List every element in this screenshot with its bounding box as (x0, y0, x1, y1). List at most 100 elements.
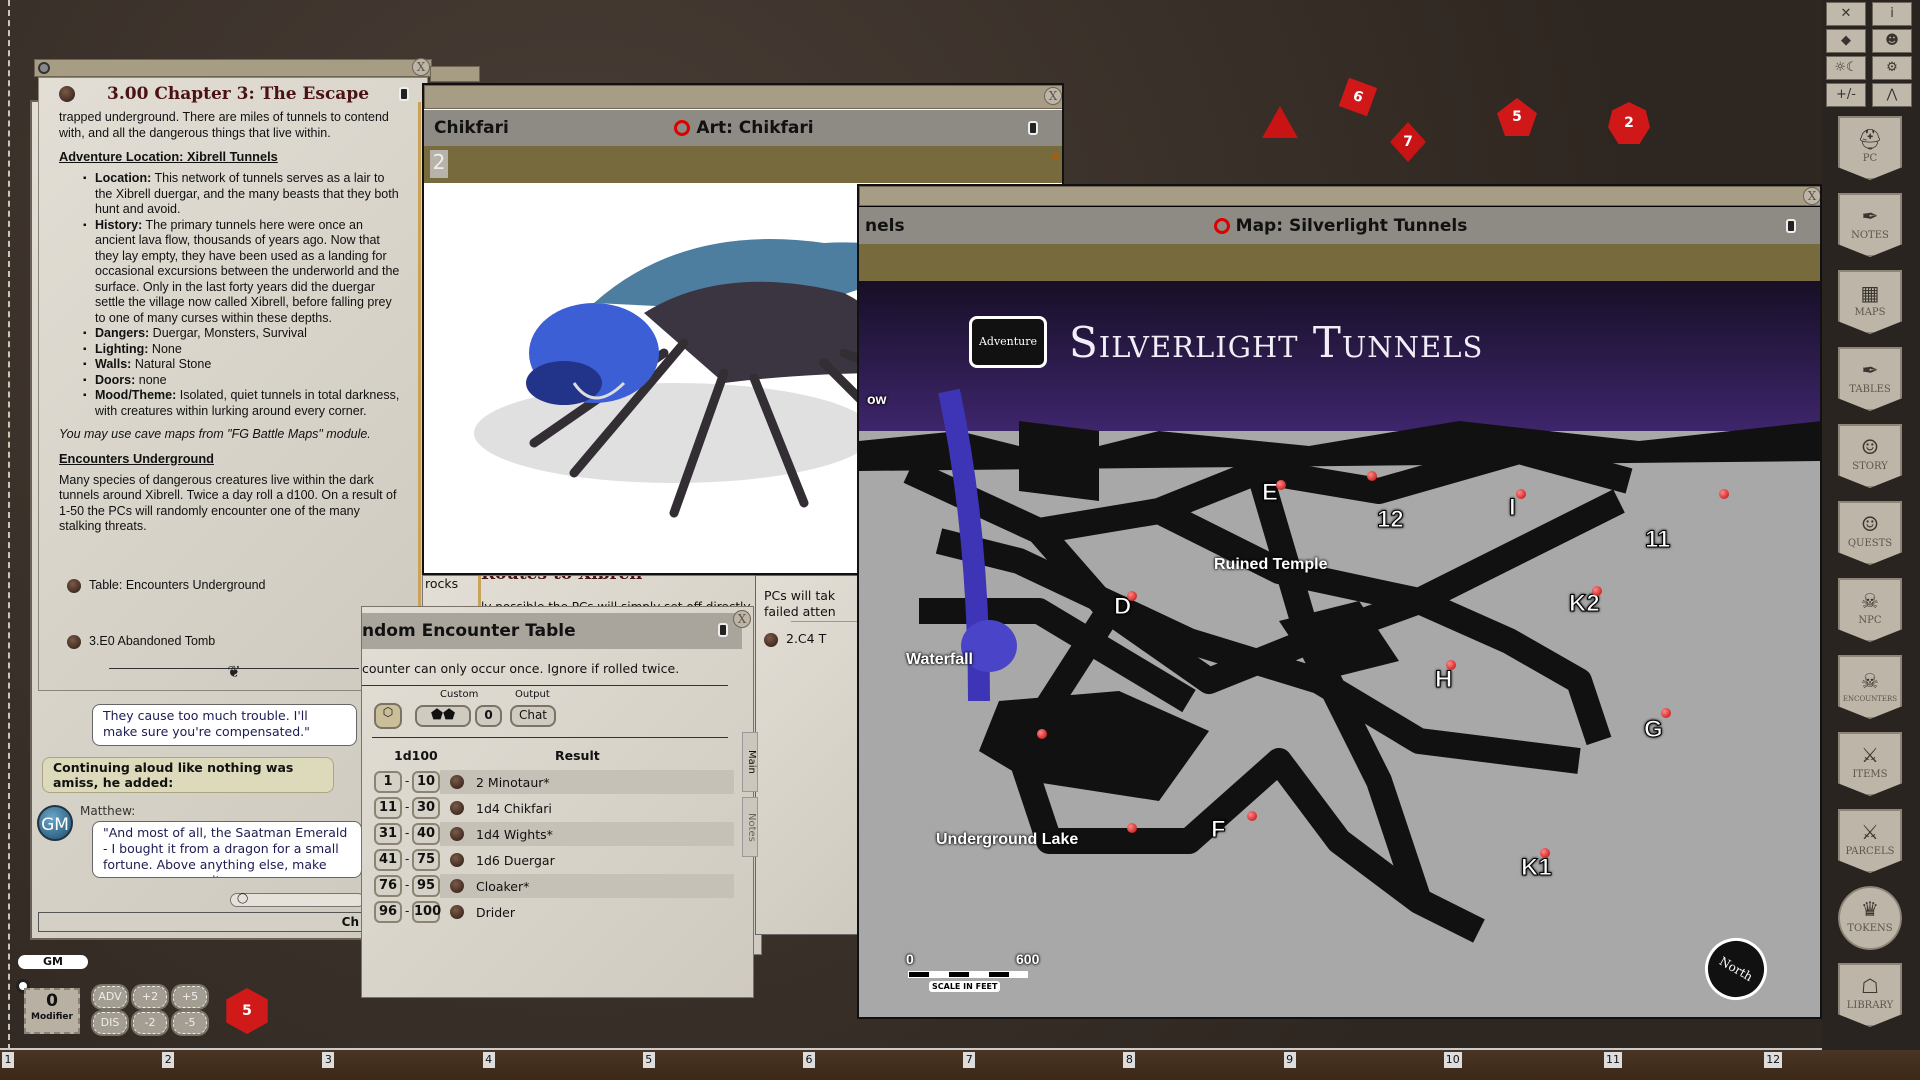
sidebar-quests-button[interactable]: ☺QUESTS (1838, 501, 1902, 565)
tab-notes[interactable]: Notes (742, 797, 758, 857)
story-link[interactable]: 3.E0 Abandoned Tomb (67, 634, 215, 649)
lock-icon[interactable] (1028, 121, 1038, 135)
custom-modifier-field[interactable]: 0 (475, 705, 502, 727)
link-icon[interactable] (450, 905, 464, 919)
range-from[interactable]: 1 (374, 771, 402, 793)
roll-table-button[interactable]: ⬡ (374, 703, 402, 729)
story-paragraph: Many species of dangerous creatures live… (59, 473, 401, 535)
link-icon[interactable] (450, 801, 464, 815)
tool-button[interactable]: ☻ (1872, 29, 1912, 53)
hotbar-slot[interactable]: 9 (1284, 1052, 1296, 1068)
range-from[interactable]: 31 (374, 823, 402, 845)
map-pin[interactable] (1247, 811, 1257, 821)
close-table-button[interactable]: X (733, 610, 751, 628)
tool-button[interactable]: ⋀ (1872, 83, 1912, 107)
map-pin[interactable] (1592, 586, 1602, 596)
sidebar-story-button[interactable]: ☺STORY (1838, 424, 1902, 488)
lock-icon[interactable] (1786, 219, 1796, 233)
chat-input[interactable]: Ch (38, 912, 362, 932)
hotbar-slot[interactable]: 4 (483, 1052, 495, 1068)
minus2-button[interactable]: -2 (133, 1012, 167, 1034)
lock-icon[interactable] (718, 623, 728, 637)
hotbar-slot[interactable]: 1 (2, 1052, 14, 1068)
sidebar-tokens-button[interactable]: ♛TOKENS (1838, 886, 1902, 950)
sidebar-pc-button[interactable]: ⛑PC (1838, 116, 1902, 180)
map-window: X nels Map: Silverlight Tunnels Adventur… (857, 184, 1822, 1019)
custom-dice-button[interactable]: ⬟⬟ (415, 705, 471, 727)
map-pin[interactable] (1037, 729, 1047, 739)
hotbar-slot[interactable]: 5 (643, 1052, 655, 1068)
minus5-button[interactable]: -5 (173, 1012, 207, 1034)
link-label: 3.E0 Abandoned Tomb (89, 634, 215, 648)
link-icon[interactable] (450, 879, 464, 893)
sidebar-items-button[interactable]: ⚔ITEMS (1838, 732, 1902, 796)
tool-button[interactable]: +/- (1826, 83, 1866, 107)
chat-message: They cause too much trouble. I'll make s… (92, 704, 357, 746)
hotbar-slot[interactable]: 12 (1764, 1052, 1782, 1068)
art-tab[interactable]: 2 (430, 150, 448, 178)
map-pin[interactable] (1367, 471, 1377, 481)
sidebar-notes-button[interactable]: ✒NOTES (1838, 193, 1902, 257)
story-link[interactable]: 2.C4 T (764, 631, 826, 647)
tool-button[interactable]: ⚙ (1872, 56, 1912, 80)
range-from[interactable]: 96 (374, 901, 402, 923)
tab-main[interactable]: Main (742, 732, 758, 792)
scrollbar[interactable] (418, 102, 421, 682)
hotbar-slot[interactable]: 6 (803, 1052, 815, 1068)
close-story-button[interactable]: X (412, 58, 430, 76)
range-to[interactable]: 30 (412, 797, 440, 819)
hotbar-slot[interactable]: 10 (1444, 1052, 1462, 1068)
modifier-box[interactable]: 0 Modifier (24, 988, 80, 1034)
range-from[interactable]: 11 (374, 797, 402, 819)
map-pin[interactable] (1127, 823, 1137, 833)
tool-button[interactable]: ☼☾ (1826, 56, 1866, 80)
plus2-button[interactable]: +2 (133, 986, 167, 1008)
sidebar-encounters-button[interactable]: ☠ENCOUNTERS (1838, 655, 1902, 719)
output-select[interactable]: Chat (510, 705, 556, 727)
map-pin[interactable] (1516, 489, 1526, 499)
sidebar-npc-button[interactable]: ☠NPC (1838, 578, 1902, 642)
close-map-button[interactable]: X (1803, 187, 1821, 205)
map-image[interactable] (859, 281, 1822, 1019)
map-pin[interactable] (1127, 591, 1137, 601)
chat-entry-toggle[interactable]: ◯ (230, 893, 365, 907)
sidebar-tables-button[interactable]: ✒TABLES (1838, 347, 1902, 411)
close-art-button[interactable]: X (1044, 87, 1062, 105)
background-window-frame (430, 66, 480, 82)
range-to[interactable]: 95 (412, 875, 440, 897)
dis-button[interactable]: DIS (93, 1012, 127, 1034)
sidebar-maps-button[interactable]: ▦MAPS (1838, 270, 1902, 334)
map-pin[interactable] (1540, 848, 1550, 858)
tool-button[interactable]: i (1872, 2, 1912, 26)
range-to[interactable]: 40 (412, 823, 440, 845)
hotbar-slot[interactable]: 11 (1604, 1052, 1622, 1068)
bullet-text: None (148, 342, 181, 356)
range-from[interactable]: 41 (374, 849, 402, 871)
hotbar-slot[interactable]: 7 (963, 1052, 975, 1068)
range-from[interactable]: 76 (374, 875, 402, 897)
range-to[interactable]: 100 (412, 901, 440, 923)
link-icon[interactable] (450, 775, 464, 789)
map-pin[interactable] (1276, 480, 1286, 490)
map-pin[interactable] (1661, 708, 1671, 718)
sidebar-parcels-button[interactable]: ⚔PARCELS (1838, 809, 1902, 873)
map-pin[interactable] (1446, 660, 1456, 670)
link-icon[interactable] (450, 853, 464, 867)
map-pin[interactable] (1719, 489, 1729, 499)
link-icon[interactable] (450, 827, 464, 841)
range-to[interactable]: 75 (412, 849, 440, 871)
identity-label[interactable]: GM (18, 955, 88, 969)
tool-button[interactable]: ✕ (1826, 2, 1866, 26)
story-link[interactable]: Table: Encounters Underground (67, 578, 266, 593)
hotbar-slot[interactable]: 2 (162, 1052, 174, 1068)
lock-icon[interactable] (399, 87, 409, 101)
adv-button[interactable]: ADV (93, 986, 127, 1008)
plus5-button[interactable]: +5 (173, 986, 207, 1008)
hotbar-slot[interactable]: 8 (1123, 1052, 1135, 1068)
sidebar-library-button[interactable]: ☖LIBRARY (1838, 963, 1902, 1027)
story-link-icon[interactable] (59, 86, 75, 102)
modifier-label: Modifier (26, 1012, 78, 1022)
tool-button[interactable]: ◆ (1826, 29, 1866, 53)
range-to[interactable]: 10 (412, 771, 440, 793)
hotbar-slot[interactable]: 3 (322, 1052, 334, 1068)
